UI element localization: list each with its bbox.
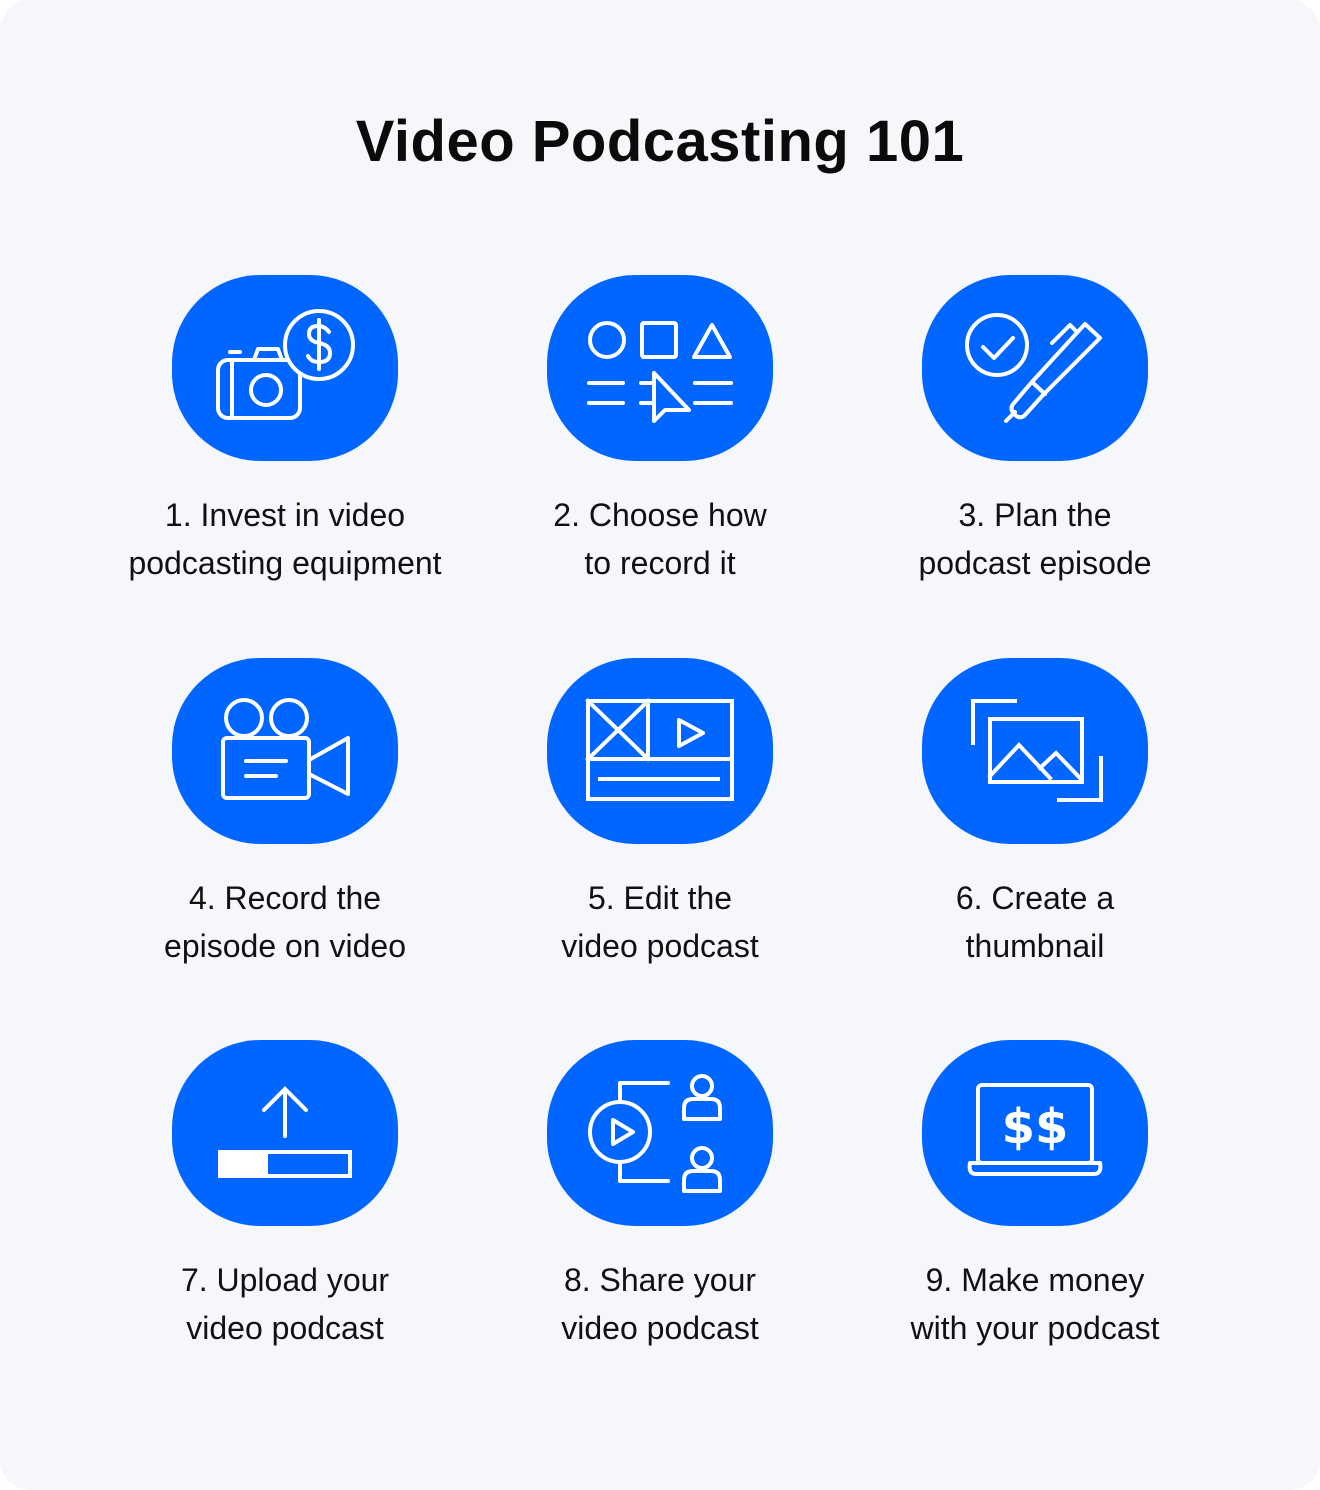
step-label-line-2: podcasting equipment [128,545,442,581]
video-editor-icon [585,698,734,801]
camera-dollar-icon [216,309,355,420]
icon-tile: $$ [922,1040,1148,1226]
icon-tile [547,275,773,461]
step-label: 4. Record the episode on video [95,874,475,970]
step-label-line-1: 5. Edit the [587,880,733,916]
step-label-line-1: 3. Plan the [958,497,1112,533]
step-5: 5. Edit the video podcast [470,658,850,970]
step-label-line-2: episode on video [164,928,406,964]
video-camera-icon [221,698,350,800]
step-label-line-2: video podcast [561,928,759,964]
step-label: 3. Plan the podcast episode [845,491,1225,587]
icon-tile [547,1040,773,1226]
step-label: 7. Upload your video podcast [95,1256,475,1352]
step-label-line-2: video podcast [186,1310,384,1346]
step-label-line-2: to record it [584,545,736,581]
icon-tile [172,275,398,461]
icon-tile [922,658,1148,844]
icon-tile [922,275,1148,461]
step-label-line-1: 9. Make money [925,1262,1145,1298]
step-label-line-1: 2. Choose how [553,497,767,533]
step-label-line-2: podcast episode [918,545,1152,581]
laptop-money-icon: $$ [967,1083,1103,1176]
step-label-line-1: 8. Share your [563,1262,757,1298]
check-pen-icon [965,313,1102,423]
page-title: Video Podcasting 101 [355,109,965,174]
share-audience-icon [588,1074,722,1193]
step-label-line-1: 6. Create a [955,880,1115,916]
step-label: 8. Share your video podcast [470,1256,850,1352]
step-6: 6. Create a thumbnail [845,658,1225,970]
step-2: 2. Choose how to record it [470,275,850,587]
step-label-line-2: with your podcast [910,1310,1160,1346]
infographic-card: Video Podcasting 101 1. Invest in video … [0,0,1320,1490]
upload-progress-icon [218,1086,352,1178]
step-4: 4. Record the episode on video [95,658,475,970]
step-1: 1. Invest in video podcasting equipment [95,275,475,587]
shapes-cursor-icon [587,321,733,423]
step-label-line-1: 4. Record the [188,880,382,916]
step-8: 8. Share your video podcast [470,1040,850,1352]
step-label-line-1: 7. Upload your [180,1262,390,1298]
step-3: 3. Plan the podcast episode [845,275,1225,587]
svg-text:$$: $$ [1002,1099,1069,1155]
step-7: 7. Upload your video podcast [95,1040,475,1352]
step-label: 2. Choose how to record it [470,491,850,587]
step-label: 1. Invest in video podcasting equipment [95,491,475,587]
step-label: 6. Create a thumbnail [845,874,1225,970]
step-label: 5. Edit the video podcast [470,874,850,970]
step-9: $$ 9. Make money with your podcast [845,1040,1225,1352]
icon-tile [172,658,398,844]
step-label-line-2: thumbnail [965,928,1105,964]
icon-tile [172,1040,398,1226]
icon-tile [547,658,773,844]
step-label-line-2: video podcast [561,1310,759,1346]
step-label-line-1: 1. Invest in video [164,497,406,533]
step-label: 9. Make money with your podcast [845,1256,1225,1352]
image-thumbnail-icon [971,699,1103,802]
